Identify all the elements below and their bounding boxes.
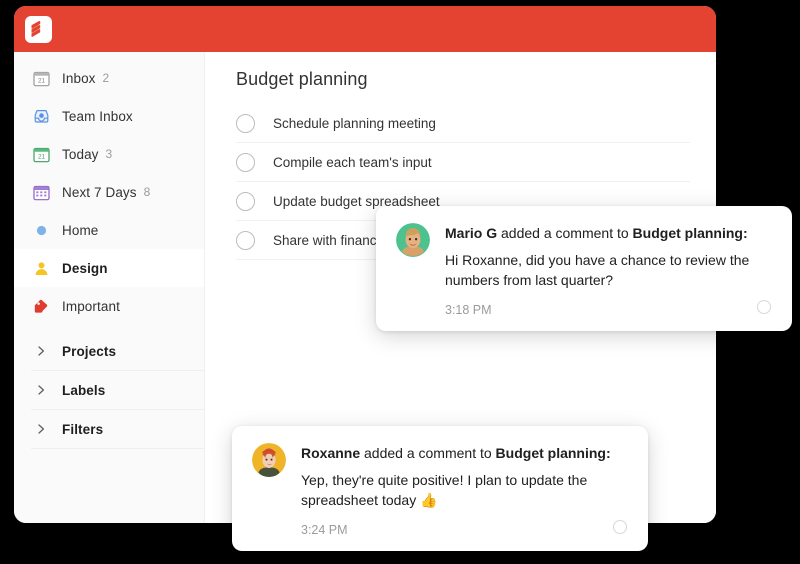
page-title: Budget planning: [236, 69, 368, 89]
notification-header-row: Mario G added a comment to Budget planni…: [396, 223, 772, 317]
chevron-right-icon: [31, 341, 51, 361]
sidebar-item-label: Today: [62, 146, 99, 162]
sidebar-item-important[interactable]: Important: [14, 287, 204, 325]
sidebar-item-projects[interactable]: Projects: [14, 332, 204, 370]
todoist-logo-icon[interactable]: [25, 16, 52, 43]
team-inbox-tray-icon: [31, 106, 51, 126]
sidebar-item-home[interactable]: Home: [14, 211, 204, 249]
notification-message: Yep, they're quite positive! I plan to u…: [301, 472, 588, 509]
sidebar-item-label: Filters: [62, 421, 104, 437]
svg-text:21: 21: [37, 77, 45, 84]
notification-target: Budget planning:: [495, 445, 611, 461]
chevron-right-icon: [31, 419, 51, 439]
notification-actor: Roxanne: [301, 445, 361, 461]
app-titlebar: [14, 6, 716, 52]
avatar: [252, 443, 286, 477]
task-checkbox[interactable]: [236, 191, 255, 211]
sidebar-item-today[interactable]: 21 Today 3: [14, 135, 204, 173]
sidebar-item-inbox[interactable]: 21 Inbox 2: [14, 59, 204, 97]
task-label: Compile each team's input: [273, 154, 432, 170]
sidebar-item-count: 2: [102, 71, 110, 85]
sidebar-item-label: Design: [62, 260, 108, 276]
task-checkbox[interactable]: [236, 152, 255, 172]
task-row[interactable]: Schedule planning meeting: [236, 104, 690, 143]
yellow-person-icon: [31, 258, 51, 278]
notification-actor: Mario G: [445, 225, 498, 241]
notification-message: Hi Roxanne, did you have a chance to rev…: [445, 252, 750, 289]
screenshot-stage: 21 Inbox 2 Team Inbox 21 Today 3 Next 7 …: [0, 0, 800, 564]
notification-card[interactable]: Roxanne added a comment to Budget planni…: [232, 426, 648, 551]
task-label: Schedule planning meeting: [273, 115, 436, 131]
sidebar-item-count: 3: [105, 147, 113, 161]
notification-header-row: Roxanne added a comment to Budget planni…: [252, 443, 628, 537]
sidebar-item-team-inbox[interactable]: Team Inbox: [14, 97, 204, 135]
notification-headline: Roxanne added a comment to Budget planni…: [301, 444, 628, 462]
notification-body: Roxanne added a comment to Budget planni…: [301, 443, 628, 537]
calendar-grid-purple-icon: [31, 182, 51, 202]
notification-inner: Mario G added a comment to Budget planni…: [376, 206, 792, 331]
sidebar-item-label: Team Inbox: [62, 108, 133, 124]
sidebar-item-label: Important: [62, 298, 120, 314]
sidebar-item-label: Next 7 Days: [62, 184, 137, 200]
notification-body: Mario G added a comment to Budget planni…: [445, 223, 772, 317]
svg-text:21: 21: [37, 153, 45, 160]
sidebar-item-label: Inbox: [62, 70, 96, 86]
notification-headline: Mario G added a comment to Budget planni…: [445, 224, 772, 242]
task-checkbox[interactable]: [236, 230, 255, 250]
task-row[interactable]: Compile each team's input: [236, 143, 690, 182]
sidebar-item-next-7-days[interactable]: Next 7 Days 8: [14, 173, 204, 211]
sidebar-item-count: 8: [143, 185, 151, 199]
sidebar-item-label: Home: [62, 222, 99, 238]
unread-toggle-icon[interactable]: [757, 299, 771, 314]
notification-inner: Roxanne added a comment to Budget planni…: [232, 426, 648, 551]
sidebar-item-label: Projects: [62, 343, 117, 359]
notification-action: added a comment to: [497, 225, 633, 241]
sidebar-item-filters[interactable]: Filters: [14, 410, 204, 448]
sidebar-top-spacer: [14, 52, 204, 59]
notification-target: Budget planning:: [632, 225, 748, 241]
blue-dot-icon: [31, 220, 51, 240]
unread-toggle-icon[interactable]: [613, 519, 627, 534]
sidebar-item-design[interactable]: Design: [14, 249, 204, 287]
notification-timestamp: 3:18 PM: [445, 302, 492, 317]
task-checkbox[interactable]: [236, 113, 255, 133]
calendar-21-gray-icon: 21: [31, 68, 51, 88]
red-tag-icon: [31, 296, 51, 316]
avatar: [396, 223, 430, 257]
sidebar-item-label: Labels: [62, 382, 106, 398]
notification-timestamp: 3:24 PM: [301, 522, 348, 537]
sidebar: 21 Inbox 2 Team Inbox 21 Today 3 Next 7 …: [14, 52, 205, 523]
notification-action: added a comment to: [360, 445, 496, 461]
notification-card[interactable]: Mario G added a comment to Budget planni…: [376, 206, 792, 331]
sidebar-divider: [31, 448, 204, 449]
chevron-right-icon: [31, 380, 51, 400]
sidebar-item-labels[interactable]: Labels: [14, 371, 204, 409]
calendar-21-green-icon: 21: [31, 144, 51, 164]
